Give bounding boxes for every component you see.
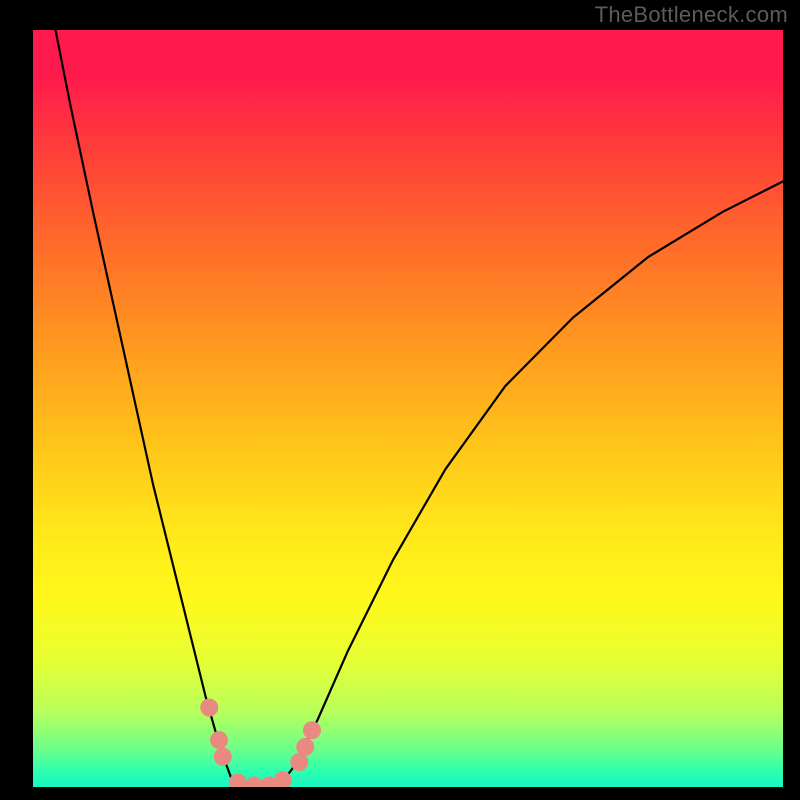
data-marker [296,738,314,756]
curve-layer [33,30,783,787]
chart-frame: TheBottleneck.com [0,0,800,800]
data-marker [210,731,228,749]
data-marker [200,699,218,717]
data-marker [214,748,232,766]
plot-area [33,30,783,787]
watermark-text: TheBottleneck.com [595,2,788,28]
data-marker [303,721,321,739]
bottleneck-curve [56,30,784,787]
